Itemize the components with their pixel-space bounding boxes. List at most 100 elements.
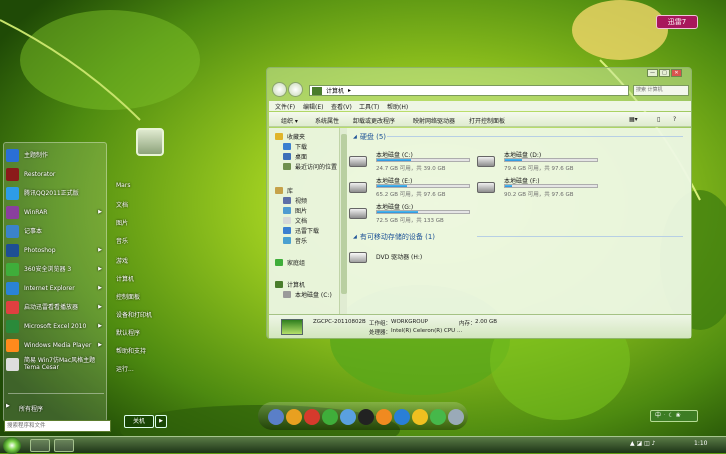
start-menu-place[interactable]: Mars (116, 182, 130, 189)
maximize-button[interactable]: □ (659, 69, 670, 77)
start-menu-item[interactable]: 记事本 (6, 223, 106, 239)
recycle-bin-icon[interactable] (448, 409, 464, 425)
start-menu-item[interactable]: 启动迅雷看看播放器 ▶ (6, 299, 106, 315)
submenu-arrow-icon[interactable]: ▶ (98, 247, 102, 253)
menu-view[interactable]: 查看(V) (331, 102, 352, 111)
breadcrumb-computer[interactable]: 计算机 (326, 86, 344, 95)
submenu-arrow-icon[interactable]: ▶ (98, 323, 102, 329)
player-icon[interactable] (376, 409, 392, 425)
nav-item[interactable]: 最近访问的位置 (283, 162, 337, 171)
browser-icon[interactable] (322, 409, 338, 425)
open-control-panel-button[interactable]: 打开控制面板 (469, 116, 505, 125)
shutdown-options-button[interactable]: ▶ (155, 415, 167, 428)
nav-item[interactable]: 家庭组 (275, 258, 305, 267)
thunder-icon[interactable] (394, 409, 410, 425)
submenu-arrow-icon[interactable]: ▶ (98, 209, 102, 215)
collapse-icon[interactable]: ◢ (353, 134, 357, 140)
submenu-arrow-icon[interactable]: ▶ (98, 285, 102, 291)
menu-edit[interactable]: 编辑(E) (303, 102, 323, 111)
minimize-button[interactable]: — (647, 69, 658, 77)
forward-button[interactable] (288, 82, 303, 97)
start-menu-item[interactable]: Internet Explorer ▶ (6, 280, 106, 296)
drive-item[interactable]: 本地磁盘 (E:) 65.2 GB 可用，共 97.6 GB (349, 176, 470, 200)
nav-scrollbar[interactable] (339, 128, 347, 314)
xunlei-badge[interactable]: 迅雷7 (656, 15, 698, 29)
start-menu-item[interactable]: 360安全浏览器 3 ▶ (6, 261, 106, 277)
all-programs-button[interactable]: ▶ 所有程序 (6, 401, 106, 417)
nav-item[interactable]: 音乐 (283, 236, 307, 245)
nav-item[interactable]: 收藏夹 (275, 132, 305, 141)
security-icon[interactable] (430, 409, 446, 425)
opera-icon[interactable] (304, 409, 320, 425)
submenu-arrow-icon[interactable]: ▶ (98, 304, 102, 310)
breadcrumb-chevron-icon[interactable]: ▸ (348, 87, 351, 94)
start-menu-place[interactable]: 控制面板 (116, 292, 140, 301)
start-menu-place[interactable]: 默认程序 (116, 328, 140, 337)
uninstall-program-button[interactable]: 卸载或更改程序 (353, 116, 395, 125)
taskbar-app-explorer[interactable] (30, 439, 50, 452)
address-bar[interactable]: 计算机 ▸ (309, 85, 629, 96)
nav-item[interactable]: 图片 (283, 206, 307, 215)
start-menu-item[interactable]: 腾讯QQ2011正式版 (6, 185, 106, 201)
shutdown-button[interactable]: 关机 (124, 415, 154, 428)
start-menu-item[interactable]: 主题制作 (6, 147, 106, 163)
nav-item[interactable]: 桌面 (283, 152, 307, 161)
removable-group-header[interactable]: ◢ 有可移动存储的设备 (1) (353, 232, 435, 242)
nav-item[interactable]: 下载 (283, 142, 307, 151)
view-options-icon[interactable]: ▦▾ (629, 116, 638, 123)
ime-toolbar[interactable]: 中 ᛫ ☾ ❀ (650, 410, 698, 422)
help-icon[interactable]: ? (673, 116, 676, 123)
submenu-arrow-icon[interactable]: ▶ (98, 342, 102, 348)
computer-icon (281, 319, 303, 335)
start-menu-item[interactable]: Restorator (6, 166, 106, 182)
qq-icon[interactable] (358, 409, 374, 425)
drive-item[interactable]: 本地磁盘 (D:) 79.4 GB 可用，共 97.6 GB (477, 150, 598, 174)
drive-usage-bar (376, 210, 470, 214)
taskbar-clock[interactable]: 1:10 (694, 440, 707, 447)
nav-item[interactable]: 本地磁盘 (C:) (283, 290, 332, 299)
chrome-icon[interactable] (286, 409, 302, 425)
nav-item[interactable]: 计算机 (275, 280, 305, 289)
organize-button[interactable]: 组织 ▾ (281, 116, 298, 125)
map-network-drive-button[interactable]: 映射网络驱动器 (413, 116, 455, 125)
submenu-arrow-icon[interactable]: ▶ (98, 266, 102, 272)
start-menu-place[interactable]: 帮助和支持 (116, 346, 146, 355)
messenger-icon[interactable] (412, 409, 428, 425)
back-button[interactable] (272, 82, 287, 97)
start-menu-place[interactable]: 音乐 (116, 236, 128, 245)
start-button[interactable] (3, 437, 21, 454)
start-menu-item[interactable]: Windows Media Player ▶ (6, 337, 106, 353)
start-menu-item[interactable]: 简易 Win7仿Mac风格主题 Tema Cesar (6, 356, 106, 372)
nav-item[interactable]: 库 (275, 186, 293, 195)
system-properties-button[interactable]: 系统属性 (315, 116, 339, 125)
menu-help[interactable]: 帮助(H) (387, 102, 408, 111)
start-menu-place[interactable]: 游戏 (116, 256, 128, 265)
start-menu-item[interactable]: WinRAR ▶ (6, 204, 106, 220)
start-menu-place[interactable]: 图片 (116, 218, 128, 227)
hdd-group-header[interactable]: ◢ 硬盘 (5) (353, 132, 386, 142)
close-button[interactable]: ✕ (671, 69, 682, 77)
collapse-icon[interactable]: ◢ (353, 234, 357, 240)
start-menu-place[interactable]: 文档 (116, 200, 128, 209)
nav-item[interactable]: 文档 (283, 216, 307, 225)
system-tray[interactable]: ▲ ◪ ◫ ♪ (630, 440, 680, 450)
dvd-drive[interactable]: DVD 驱动器 (H:) (349, 246, 469, 270)
explorer-search-input[interactable]: 搜索 计算机 (633, 85, 689, 96)
network-icon[interactable] (268, 409, 284, 425)
start-search-input[interactable]: 搜索程序和文件 (4, 420, 111, 432)
start-menu-place[interactable]: 计算机 (116, 274, 134, 283)
drive-item[interactable]: 本地磁盘 (C:) 24.7 GB 可用，共 39.0 GB (349, 150, 470, 174)
nav-item[interactable]: 视频 (283, 196, 307, 205)
drive-item[interactable]: 本地磁盘 (G:) 72.5 GB 可用，共 133 GB (349, 202, 470, 226)
start-menu-item[interactable]: Microsoft Excel 2010 ▶ (6, 318, 106, 334)
start-menu-item[interactable]: Photoshop ▶ (6, 242, 106, 258)
nav-item[interactable]: 迅雷下载 (283, 226, 319, 235)
drive-item[interactable]: 本地磁盘 (F:) 90.2 GB 可用，共 97.6 GB (477, 176, 598, 200)
start-menu-place[interactable]: 运行... (116, 364, 134, 373)
ie-icon[interactable] (340, 409, 356, 425)
taskbar-app-window[interactable] (54, 439, 74, 452)
preview-pane-icon[interactable]: ▯ (657, 116, 660, 123)
menu-tools[interactable]: 工具(T) (359, 102, 379, 111)
start-menu-place[interactable]: 设备和打印机 (116, 310, 152, 319)
menu-file[interactable]: 文件(F) (275, 102, 295, 111)
